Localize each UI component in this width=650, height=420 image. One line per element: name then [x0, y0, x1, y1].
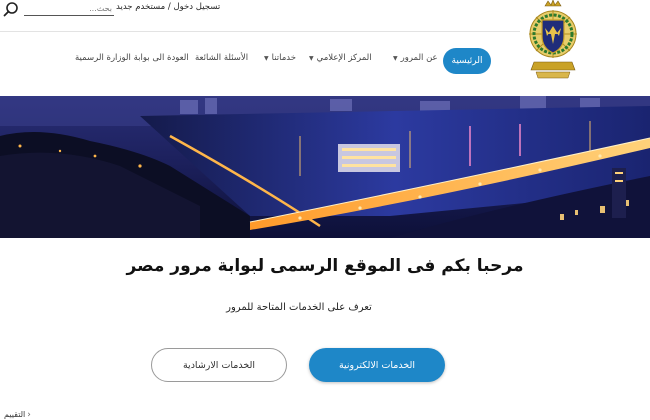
- police-emblem-logo[interactable]: [528, 0, 578, 80]
- nav-ministry-portal-label: العودة الى بوابة الوزارة الرسمية: [75, 53, 189, 63]
- login-link[interactable]: تسجيل دخول: [173, 2, 220, 12]
- electronic-services-button[interactable]: الخدمات الالكترونية: [309, 348, 445, 382]
- welcome-subtitle: تعرف على الخدمات المتاحة للمرور: [226, 302, 372, 313]
- nav-home-label: الرئيسية: [451, 56, 483, 66]
- nav-services[interactable]: خدماتنا▼: [264, 53, 296, 63]
- nav-ministry-portal[interactable]: العودة الى بوابة الوزارة الرسمية: [75, 53, 189, 63]
- nav-media-center-label: المركز الإعلامي: [316, 53, 372, 63]
- welcome-title: مرحبا بكم فى الموقع الرسمى لبوابة مرور م…: [126, 256, 524, 276]
- auth-links: تسجيل دخول / مستخدم جديد: [116, 2, 220, 12]
- electronic-services-label: الخدمات الالكترونية: [338, 359, 416, 371]
- register-link[interactable]: مستخدم جديد: [116, 2, 165, 12]
- breadcrumb-label: التقييم: [4, 410, 26, 419]
- breadcrumb[interactable]: ‹التقييم: [4, 410, 31, 420]
- nav-about-traffic[interactable]: عن المرور▼: [393, 53, 438, 63]
- main-nav: الرئيسية عن المرور▼ المركز الإعلامي▼ خدم…: [70, 48, 495, 74]
- nav-faq-label: الأسئلة الشائعة: [195, 53, 249, 63]
- nav-home[interactable]: الرئيسية: [443, 48, 491, 74]
- nav-faq[interactable]: الأسئلة الشائعة: [195, 53, 248, 63]
- nav-services-label: خدماتنا: [271, 53, 297, 63]
- hero-cityscape-image: [0, 96, 650, 238]
- caret-down-icon: ▼: [264, 55, 269, 62]
- hero-banner: [0, 96, 650, 238]
- search-input[interactable]: [24, 2, 114, 16]
- nav-media-center[interactable]: المركز الإعلامي▼: [309, 53, 372, 63]
- caret-down-icon: ▼: [393, 55, 398, 62]
- nav-about-traffic-label: عن المرور: [400, 53, 438, 63]
- chevron-left-icon: ‹: [27, 410, 31, 420]
- guidance-services-label: الخدمات الارشادية: [182, 359, 256, 371]
- header-divider: [0, 31, 520, 32]
- search-icon[interactable]: [3, 1, 19, 17]
- caret-down-icon: ▼: [309, 55, 314, 62]
- guidance-services-button[interactable]: الخدمات الارشادية: [151, 348, 287, 382]
